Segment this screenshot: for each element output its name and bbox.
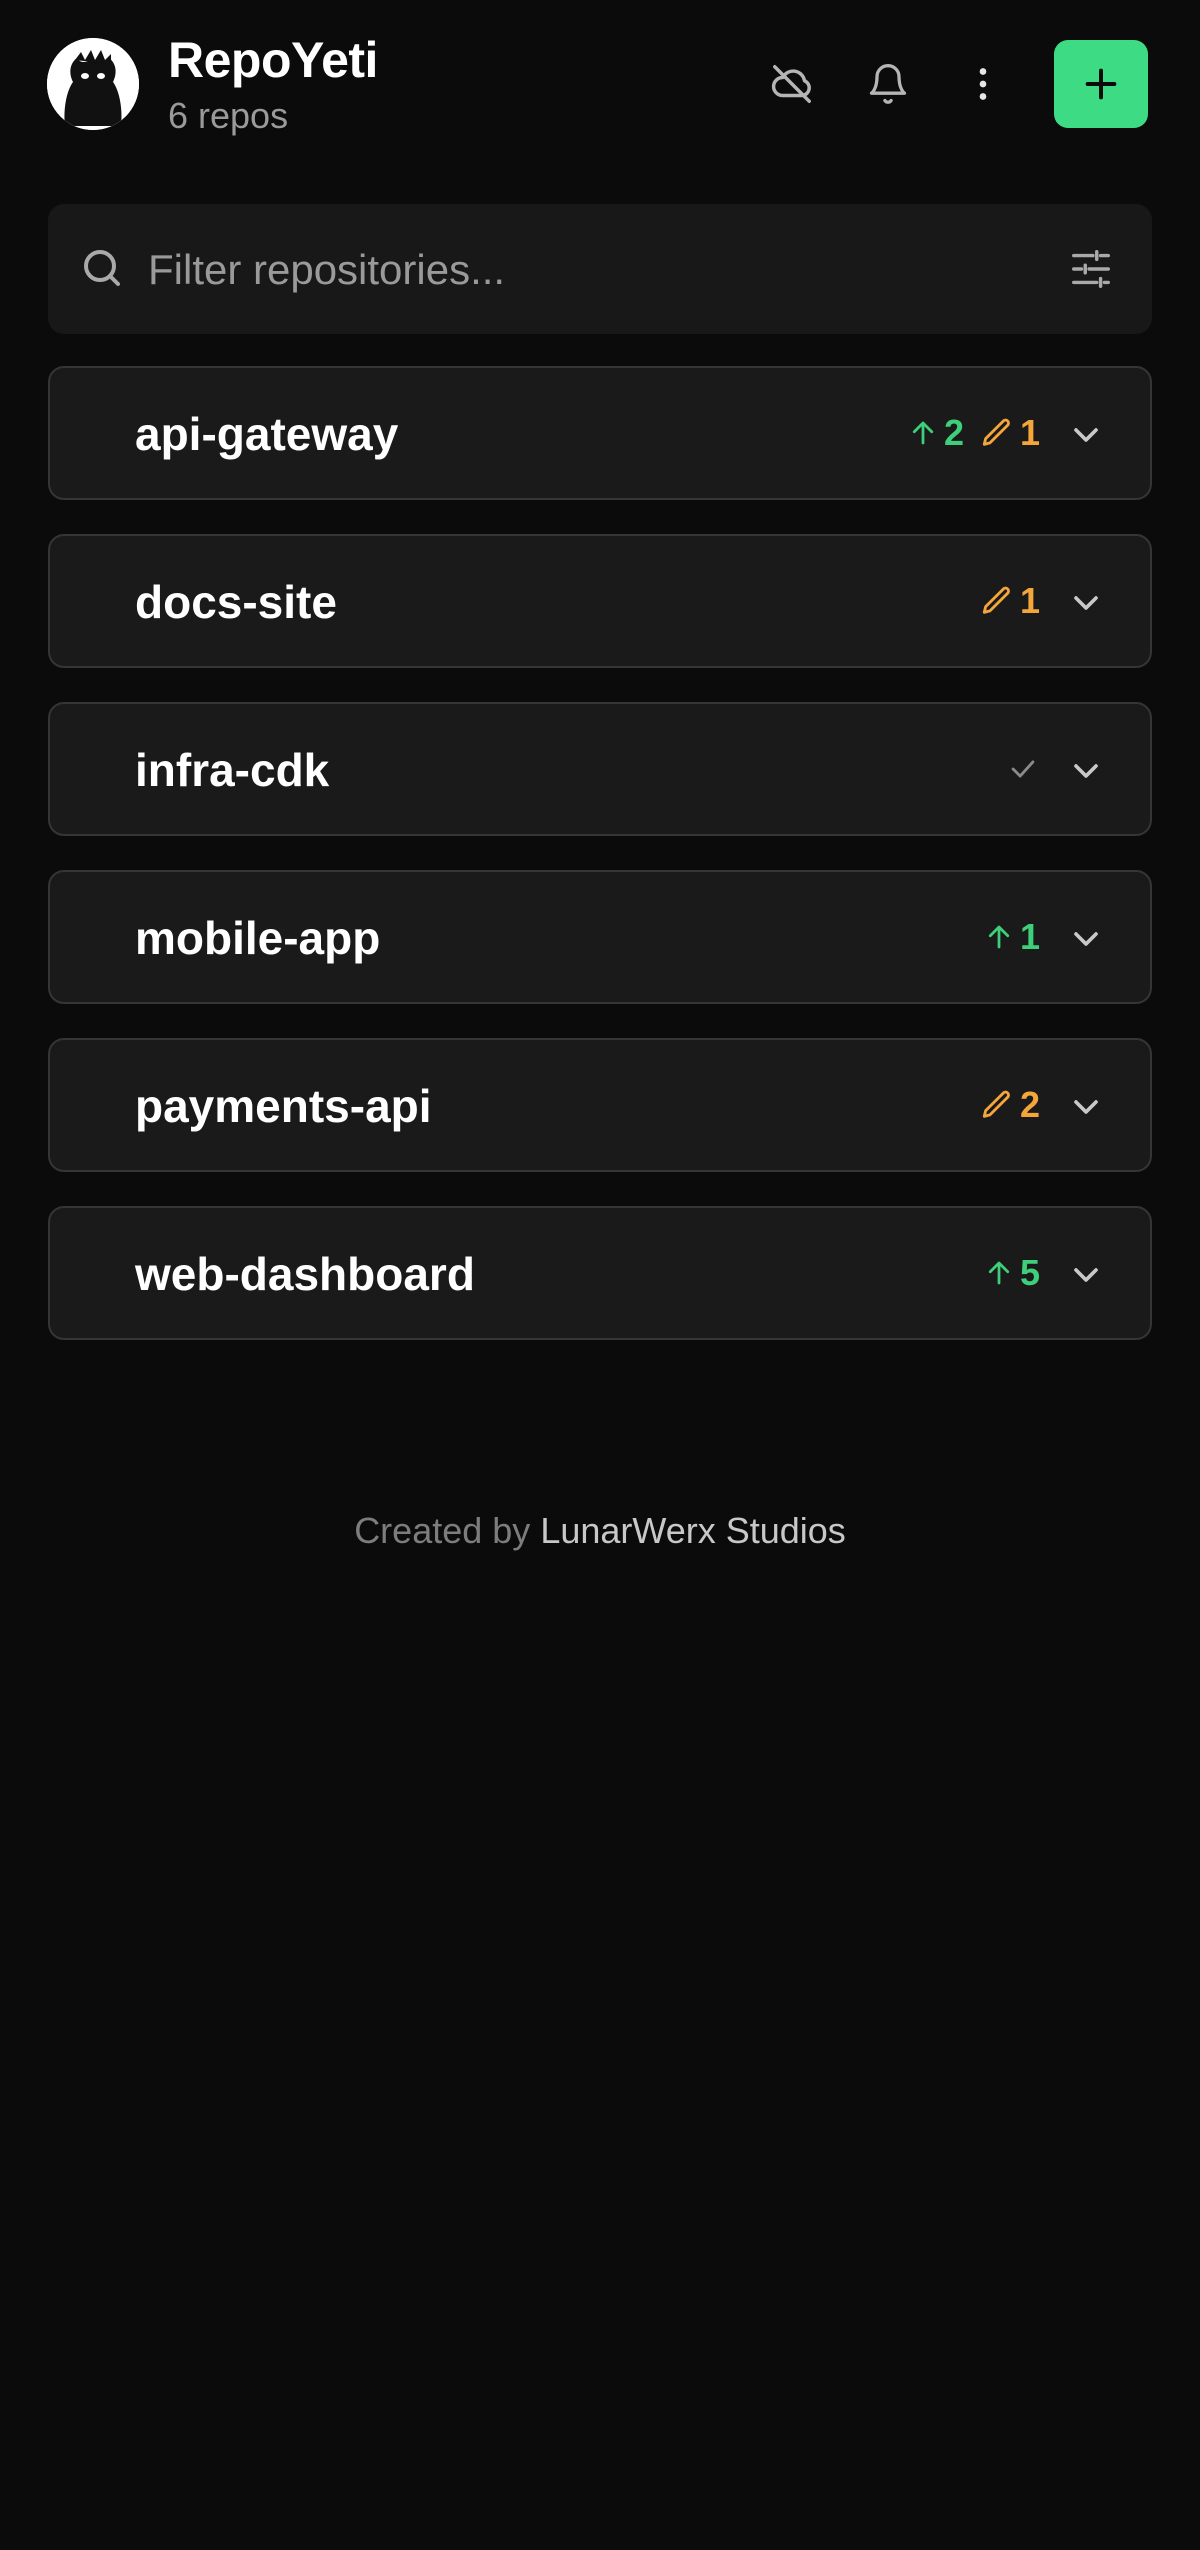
pencil-icon [982,586,1010,614]
modified-count: 1 [1019,580,1040,621]
arrow-up-icon [912,421,934,445]
ahead-badge: 5 [984,1252,1040,1294]
ahead-badge: 1 [984,916,1040,958]
arrow-up-icon [988,1261,1010,1285]
ahead-count: 2 [943,412,964,453]
search-bar [48,204,1152,334]
modified-badge: 1 [980,412,1040,454]
repo-count: 6 repos [168,95,289,136]
chevron-down-icon[interactable] [1066,1087,1106,1127]
add-repo-button[interactable] [1054,40,1148,128]
repo-item[interactable]: api-gateway 2 1 [48,366,1152,500]
app-header: RepoYeti 6 repos [0,0,1200,170]
repo-item[interactable]: docs-site 1 [48,534,1152,668]
ahead-badge: 2 [908,412,964,454]
ahead-count: 1 [1019,916,1040,957]
search-icon [84,250,120,286]
repo-item[interactable]: web-dashboard 5 [48,1206,1152,1340]
chevron-down-icon[interactable] [1066,751,1106,791]
repo-status: 2 1 [908,368,1040,498]
repo-name: api-gateway [135,408,399,460]
repo-list: api-gateway 2 1 docs-site 1 infra-cdk mo… [48,366,1152,1374]
modified-badge: 1 [980,580,1040,622]
repo-status: 1 [980,536,1040,666]
pencil-icon [982,418,1010,446]
chevron-down-icon[interactable] [1066,583,1106,623]
repo-item[interactable]: infra-cdk [48,702,1152,836]
yeti-avatar-icon[interactable] [47,38,139,130]
repo-item[interactable]: mobile-app 1 [48,870,1152,1004]
studio-link[interactable]: LunarWerx Studios [540,1510,846,1551]
modified-count: 1 [1019,412,1040,453]
repo-name: web-dashboard [135,1248,475,1300]
more-vertical-icon[interactable] [951,52,1015,116]
app-title: RepoYeti [168,32,378,88]
chevron-down-icon[interactable] [1066,415,1106,455]
repo-status: 1 [984,872,1040,1002]
repo-name: docs-site [135,576,337,628]
sliders-icon[interactable] [1068,246,1114,292]
repo-status: 5 [984,1208,1040,1338]
pencil-icon [982,1090,1010,1118]
check-icon [1011,760,1035,778]
footer-prefix: Created by [354,1510,531,1551]
bell-icon[interactable] [856,52,920,116]
repo-status [1006,704,1040,834]
cloud-off-icon[interactable] [760,52,824,116]
repo-name: mobile-app [135,912,381,964]
repo-name: payments-api [135,1080,432,1132]
modified-count: 2 [1019,1084,1040,1125]
repo-item[interactable]: payments-api 2 [48,1038,1152,1172]
footer-credit: Created by LunarWerx Studios [0,1510,1200,1552]
chevron-down-icon[interactable] [1066,919,1106,959]
arrow-up-icon [988,925,1010,949]
plus-icon [1085,68,1117,100]
repo-status: 2 [980,1040,1040,1170]
search-input[interactable] [146,234,1050,306]
modified-badge: 2 [980,1084,1040,1126]
ahead-count: 5 [1019,1252,1040,1293]
chevron-down-icon[interactable] [1066,1255,1106,1295]
repo-name: infra-cdk [135,744,330,796]
